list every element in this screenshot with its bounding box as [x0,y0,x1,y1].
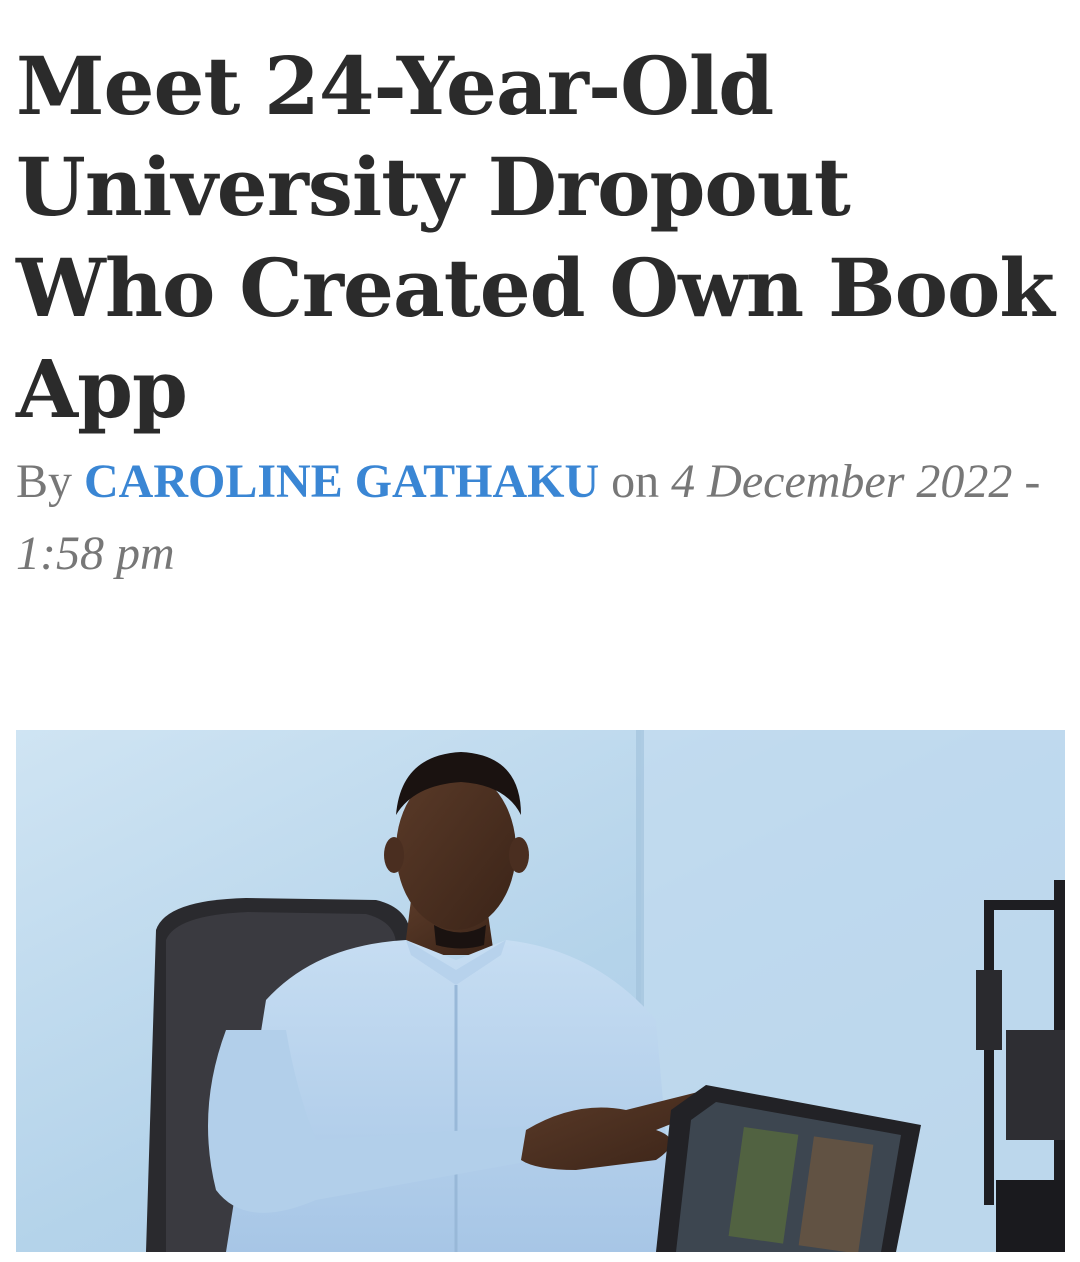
byline-prefix: By [16,455,73,508]
article-headline: Meet 24-Year-Old University Dropout Who … [16,39,1055,436]
photo-illustration [16,730,1065,1252]
author-link[interactable]: CAROLINE GATHAKU [84,455,599,508]
article-byline: By CAROLINE GATHAKU on 4 December 2022 -… [16,446,1068,590]
article-featured-image[interactable] [16,730,1065,1252]
byline-on: on [611,455,660,508]
article-header: Meet 24-Year-Old University Dropout Who … [16,0,1068,590]
